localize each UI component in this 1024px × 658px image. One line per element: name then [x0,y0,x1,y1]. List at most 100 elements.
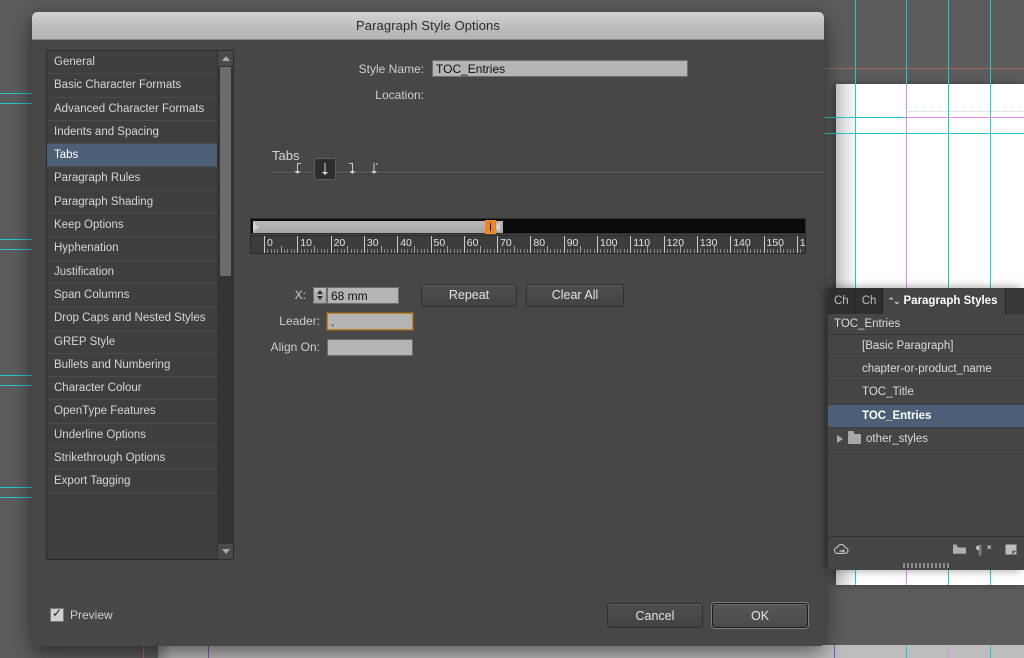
ruler-tick-minor [676,249,678,253]
ruler-tick-minor [567,249,569,253]
align-to-decimal-tab-icon[interactable] [364,158,384,178]
cloud-sync-icon[interactable] [828,543,854,556]
current-style-display: TOC_Entries [828,314,1024,335]
preview-toggle[interactable]: Preview [50,606,113,622]
style-list-item[interactable]: TOC_Title [828,381,1024,405]
ruler-tick-major [763,236,765,253]
guide-horizontal [0,497,36,498]
category-list[interactable]: General Basic Character Formats Advanced C… [47,51,217,559]
sidebar-item-indents-and-spacing[interactable]: Indents and Spacing [47,121,217,145]
guide-horizontal [0,103,36,104]
ruler-tick-minor [573,249,575,253]
scroll-up-arrow-icon[interactable] [218,51,233,67]
sidebar-item-paragraph-rules[interactable]: Paragraph Rules [47,167,217,191]
ruler-tick-minor [790,249,792,253]
ruler-tick-minor [693,249,695,253]
sidebar-item-bullets-and-numbering[interactable]: Bullets and Numbering [47,354,217,378]
ruler-tick-minor [703,249,705,253]
panel-resize-grip[interactable] [828,561,1024,570]
ruler-tick-minor [353,249,355,253]
panel-tab-paragraph-styles[interactable]: ⌃⌄ Paragraph Styles [883,288,1007,314]
sidebar-item-character-colour[interactable]: Character Colour [47,377,217,401]
tab-stop-marker[interactable] [485,220,497,234]
cancel-button[interactable]: Cancel [607,603,703,628]
sidebar-item-hyphenation[interactable]: Hyphenation [47,237,217,261]
collapse-chevron-icon[interactable]: ⌃⌄ [887,296,900,306]
style-list-item[interactable]: chapter-or-product_name [828,358,1024,382]
sidebar-item-drop-caps-and-nested-styles[interactable]: Drop Caps and Nested Styles [47,307,217,331]
preview-checkbox[interactable] [50,606,64,622]
panel-tab-character-styles-0[interactable]: Ch [828,288,856,314]
sidebar-item-span-columns[interactable]: Span Columns [47,284,217,308]
sidebar-item-paragraph-shading[interactable]: Paragraph Shading [47,191,217,215]
ruler-tick-minor [423,249,425,253]
scroll-down-arrow-icon[interactable] [218,543,233,559]
sidebar-item-export-tagging[interactable]: Export Tagging [47,470,217,494]
tab-ruler-indent-area [253,221,503,233]
ruler-tick-minor [723,249,725,253]
ruler-tick-minor [583,249,585,253]
panel-tab-label: Ch [834,295,849,307]
sidebar-item-tabs[interactable]: Tabs [47,144,217,168]
style-group-row[interactable]: other_styles [828,428,1024,451]
panel-tab-character-styles-1[interactable]: Ch [855,288,884,314]
ruler-tick-label: 0 [267,237,273,249]
ruler-tick-minor [720,249,722,253]
create-new-style-icon[interactable] [998,543,1024,556]
sidebar-item-grep-style[interactable]: GREP Style [47,331,217,354]
x-label: X: [294,288,306,302]
tab-ruler[interactable]: 010203040506070809010011012013014015016 [250,218,806,254]
scrollbar-thumb[interactable] [220,66,231,276]
center-justified-tab-icon[interactable] [314,158,336,180]
new-style-group-folder-icon[interactable] [946,543,972,555]
location-row: Location: [242,88,810,102]
styles-list[interactable]: [Basic Paragraph] chapter-or-product_name… [828,335,1024,451]
sidebar-scrollbar[interactable] [217,51,233,559]
repeat-button[interactable]: Repeat [421,283,517,307]
ruler-tick-minor [310,249,312,253]
sidebar-item-opentype-features[interactable]: OpenType Features [47,400,217,424]
ruler-tick-minor [270,249,272,253]
clear-overrides-pilcrow-icon[interactable]: ¶ [972,543,998,556]
left-indent-handle[interactable] [253,222,259,232]
ruler-tick-label: 70 [500,237,512,249]
sidebar-item-keep-options[interactable]: Keep Options [47,214,217,238]
ruler-tick-minor [420,249,422,253]
style-list-item[interactable]: TOC_Entries [828,404,1024,428]
left-justified-tab-icon[interactable] [290,158,310,178]
sidebar-item-strikethrough-options[interactable]: Strikethrough Options [47,447,217,471]
dialog-titlebar[interactable]: Paragraph Style Options [32,12,824,40]
sidebar-item-justification[interactable]: Justification [47,261,217,284]
ruler-tick-minor [473,249,475,253]
sidebar-item-general[interactable]: General [47,51,217,75]
ruler-tick-minor [660,249,662,253]
right-justified-tab-icon[interactable] [340,158,360,178]
ruler-tick-minor [653,249,655,253]
ruler-tick-minor [603,249,605,253]
ruler-tick-major [796,236,798,253]
panel-tab-strip[interactable]: Ch Ch ⌃⌄ Paragraph Styles [828,288,1024,314]
disclosure-triangle-icon[interactable] [837,434,843,443]
x-stepper[interactable] [313,286,327,304]
ok-button[interactable]: OK [712,603,808,628]
ruler-tick-minor [743,249,745,253]
x-input[interactable]: 68 mm [327,286,399,304]
sidebar-item-basic-character-formats[interactable]: Basic Character Formats [47,74,217,98]
ruler-tick-minor [343,249,345,253]
ruler-tick-minor [320,249,322,253]
ruler-tick-minor [686,249,688,253]
tab-ruler-scale[interactable]: 010203040506070809010011012013014015016 [250,235,806,254]
align-on-input[interactable] [327,338,413,356]
leader-input[interactable]: . [327,312,413,330]
ruler-tick-minor [616,249,618,253]
ruler-tick-minor [636,249,638,253]
category-sidebar[interactable]: General Basic Character Formats Advanced C… [46,50,234,560]
sidebar-item-advanced-character-formats[interactable]: Advanced Character Formats [47,98,217,121]
tab-alignment-buttons[interactable] [290,158,384,180]
guide-horizontal-baseline [824,68,1024,69]
style-list-item[interactable]: [Basic Paragraph] [828,335,1024,359]
style-name-input[interactable]: TOC_Entries [432,60,688,77]
sidebar-item-underline-options[interactable]: Underline Options [47,424,217,448]
tab-ruler-bar[interactable] [250,218,806,234]
clear-all-button[interactable]: Clear All [526,283,624,307]
